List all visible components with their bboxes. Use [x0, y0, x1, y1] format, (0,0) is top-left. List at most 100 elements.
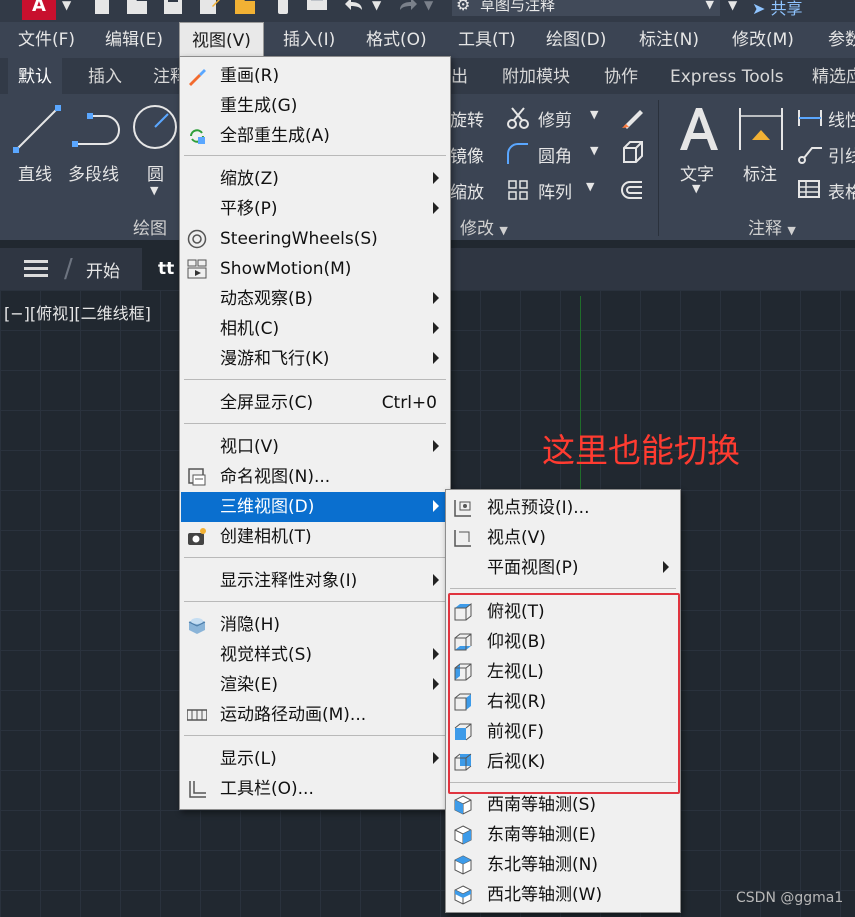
circle-icon[interactable] [132, 104, 178, 150]
open-file-icon[interactable] [126, 0, 148, 14]
redo-chevron-icon[interactable]: ▼ [424, 0, 433, 12]
submenu-item-se-iso[interactable]: 东南等轴测(E) [447, 820, 679, 850]
mirror-label[interactable]: 镜像 [450, 142, 484, 167]
trim-label[interactable]: 修剪 [538, 106, 572, 131]
menu-item-3d-views[interactable]: 三维视图(D) [181, 492, 449, 522]
rotate-label[interactable]: 旋转 [450, 106, 484, 131]
erase-icon[interactable] [620, 104, 646, 130]
menu-item-display[interactable]: 显示(L) [181, 744, 449, 774]
menu-file[interactable]: 文件(F) [6, 22, 87, 58]
redo-icon[interactable] [396, 0, 418, 14]
app-logo[interactable]: A [22, 0, 56, 20]
menu-item-toolbars[interactable]: 工具栏(O)... [181, 774, 449, 804]
menu-format[interactable]: 格式(O) [354, 22, 439, 58]
menu-item-regen[interactable]: 重生成(G) [181, 91, 449, 121]
viewport-controls[interactable]: [−][俯视][二维线框] [4, 300, 151, 324]
submenu-item-viewpoint-presets[interactable]: 视点预设(I)... [447, 493, 679, 523]
leader-label[interactable]: 引线 [828, 142, 855, 167]
menu-item-walk-fly[interactable]: 漫游和飞行(K) [181, 344, 449, 374]
new-file-icon[interactable] [92, 0, 114, 14]
tab-home[interactable]: 默认 [8, 58, 62, 94]
menu-parametric[interactable]: 参数 [816, 22, 855, 58]
submenu-item-ne-iso[interactable]: 东北等轴测(N) [447, 850, 679, 880]
table-label[interactable]: 表格 [828, 178, 855, 203]
menu-item-annotative-objects[interactable]: 显示注释性对象(I) [181, 566, 449, 596]
menu-view[interactable]: 视图(V) [179, 22, 264, 58]
submenu-item-sw-iso[interactable]: 西南等轴测(S) [447, 790, 679, 820]
tab-start[interactable]: 开始 [86, 257, 120, 282]
dimension-icon[interactable] [738, 106, 784, 152]
circle-chevron-icon[interactable]: ▼ [150, 184, 158, 197]
fillet-chevron-icon[interactable]: ▼ [590, 144, 598, 157]
workspace-dropdown[interactable]: ⚙ 草图与注释 ▼ [452, 0, 720, 16]
polyline-icon[interactable] [72, 110, 124, 150]
menu-item-showmotion[interactable]: ShowMotion(M) [181, 254, 449, 284]
menu-insert[interactable]: 插入(I) [271, 22, 347, 58]
explode-icon[interactable] [620, 140, 644, 164]
tab-express-tools[interactable]: Express Tools [670, 58, 784, 94]
plot-icon[interactable] [306, 0, 328, 14]
submenu-item-nw-iso[interactable]: 西北等轴测(W) [447, 880, 679, 910]
trim-icon[interactable] [506, 106, 530, 130]
leader-icon[interactable] [798, 144, 822, 164]
menu-item-pan[interactable]: 平移(P) [181, 194, 449, 224]
menu-item-visual-styles[interactable]: 视觉样式(S) [181, 640, 449, 670]
save-icon[interactable] [162, 0, 184, 14]
save-as-icon[interactable] [198, 0, 220, 14]
scale-label[interactable]: 缩放 [450, 178, 484, 203]
menu-item-viewports[interactable]: 视口(V) [181, 432, 449, 462]
array-label[interactable]: 阵列 [538, 178, 572, 203]
line-label[interactable]: 直线 [18, 160, 52, 185]
hamburger-menu-icon[interactable] [24, 260, 48, 278]
polyline-label[interactable]: 多段线 [68, 160, 119, 185]
circle-label[interactable]: 圆 [147, 160, 164, 185]
offset-icon[interactable] [620, 180, 644, 200]
menu-item-orbit[interactable]: 动态观察(B) [181, 284, 449, 314]
tab-insert[interactable]: 插入 [88, 58, 122, 94]
text-chevron-icon[interactable]: ▼ [692, 182, 700, 195]
app-menu-chevron-icon[interactable]: ▼ [62, 0, 71, 12]
menu-edit[interactable]: 编辑(E) [93, 22, 175, 58]
undo-chevron-icon[interactable]: ▼ [372, 0, 381, 12]
text-icon[interactable] [678, 106, 720, 152]
tab-collaborate[interactable]: 协作 [604, 58, 638, 94]
array-icon[interactable] [508, 180, 528, 200]
menu-item-camera[interactable]: 相机(C) [181, 314, 449, 344]
tab-addins[interactable]: 附加模块 [502, 58, 570, 94]
annotation-panel-title[interactable]: 注释 ▼ [748, 214, 796, 239]
menu-item-steeringwheels[interactable]: SteeringWheels(S) [181, 224, 449, 254]
sw-iso-icon [454, 795, 472, 815]
menu-dimension[interactable]: 标注(N) [627, 22, 711, 58]
share-button[interactable]: ➤ 共享 [752, 0, 803, 19]
menu-modify[interactable]: 修改(M) [720, 22, 806, 58]
linear-label[interactable]: 线性 [828, 106, 855, 131]
menu-tools[interactable]: 工具(T) [446, 22, 528, 58]
trim-chevron-icon[interactable]: ▼ [590, 108, 598, 121]
submenu-item-viewpoint[interactable]: 视点(V) [447, 523, 679, 553]
menu-item-create-camera[interactable]: 创建相机(T) [181, 522, 449, 552]
fillet-label[interactable]: 圆角 [538, 142, 572, 167]
undo-icon[interactable] [344, 0, 366, 14]
menu-item-hide[interactable]: 消隐(H) [181, 610, 449, 640]
customize-qat-chevron-icon[interactable]: ▼ [728, 0, 737, 12]
mobile-icon[interactable] [272, 0, 294, 14]
line-icon[interactable] [12, 104, 62, 154]
linear-dim-icon[interactable] [798, 108, 822, 128]
tab-featured-apps[interactable]: 精选应 [812, 58, 855, 94]
dimension-label[interactable]: 标注 [743, 160, 777, 185]
table-icon[interactable] [798, 180, 820, 198]
menu-item-redraw[interactable]: 重画(R) [181, 61, 449, 91]
menu-item-render[interactable]: 渲染(E) [181, 670, 449, 700]
menu-item-clean-screen[interactable]: 全屏显示(C) Ctrl+0 [181, 388, 449, 418]
submenu-item-plan-view[interactable]: 平面视图(P) [447, 553, 679, 583]
array-chevron-icon[interactable]: ▼ [586, 180, 594, 193]
draw-panel-title[interactable]: 绘图 [133, 214, 167, 239]
menu-item-named-views[interactable]: 命名视图(N)... [181, 462, 449, 492]
menu-item-motion-path[interactable]: 运动路径动画(M)... [181, 700, 449, 730]
menu-draw[interactable]: 绘图(D) [534, 22, 618, 58]
menu-item-regen-all[interactable]: 全部重生成(A) [181, 121, 449, 151]
modify-panel-title[interactable]: 修改 ▼ [460, 214, 508, 239]
open-web-icon[interactable] [234, 0, 256, 14]
fillet-icon[interactable] [506, 142, 530, 166]
menu-item-zoom[interactable]: 缩放(Z) [181, 164, 449, 194]
